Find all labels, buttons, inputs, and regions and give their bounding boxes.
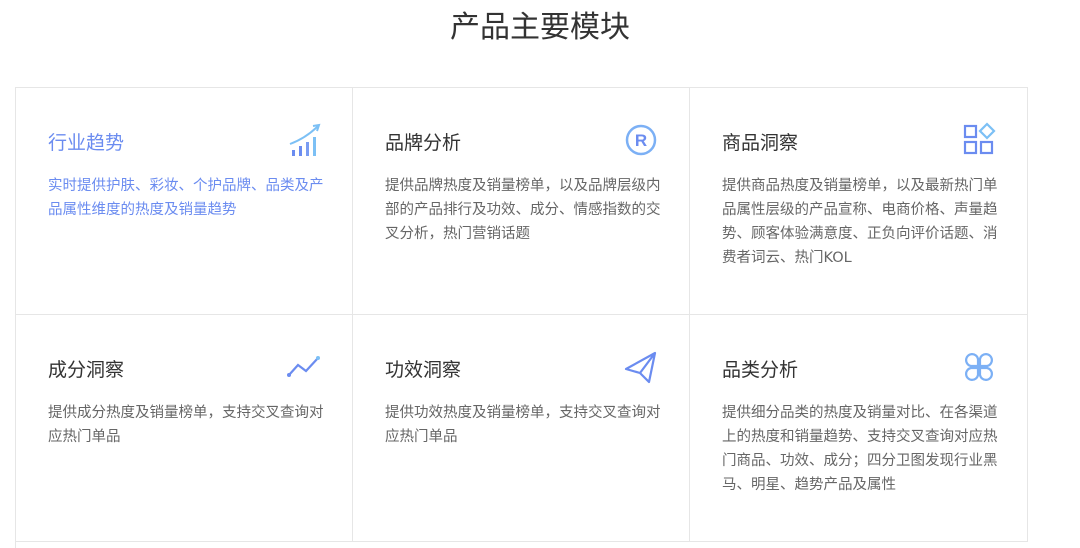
module-title: 品牌分析 — [385, 132, 462, 154]
module-card-efficacy-insight[interactable]: 功效洞察 提供功效热度及销量榜单，支持交叉查询对应热门单品 — [353, 315, 690, 542]
line-chart-icon — [287, 356, 320, 377]
module-card-industry-trend[interactable]: 行业趋势 实时提供护肤、彩妆、个护品牌、品类及产品属性维度的热度及销量趋势 — [16, 88, 353, 315]
module-desc: 提供功效热度及销量榜单，支持交叉查询对应热门单品 — [385, 405, 661, 445]
module-desc: 提供商品热度及销量榜单，以及最新热门单品属性层级的产品宣称、电商价格、声量趋势、… — [722, 178, 998, 266]
page-title: 产品主要模块 — [450, 10, 630, 45]
module-grid: 行业趋势 实时提供护肤、彩妆、个护品牌、品类及产品属性维度的热度及销量趋势 品牌… — [15, 87, 1028, 548]
module-desc: 提供品牌热度及销量榜单，以及品牌层级内部的产品排行及功效、成分、情感指数的交叉分… — [385, 178, 661, 242]
module-card-brand-analysis[interactable]: 品牌分析 提供品牌热度及销量榜单，以及品牌层级内部的产品排行及功效、成分、情感指… — [353, 88, 690, 315]
module-card-product-insight[interactable]: 商品洞察 提供商品热度及销量榜单，以及最新热门单品属性层级的产品宣称、电商价格、… — [690, 88, 1028, 315]
module-desc: 实时提供护肤、彩妆、个护品牌、品类及产品属性维度的热度及销量趋势 — [48, 178, 324, 218]
module-card-category-analysis[interactable]: 品类分析 提供细分品类的热度及销量对比、在各渠道上的热度和销量趋势、支持交叉查询… — [690, 315, 1028, 542]
module-title: 成分洞察 — [48, 359, 125, 381]
paper-plane-icon — [624, 351, 657, 384]
module-desc: 提供成分热度及销量榜单，支持交叉查询对应热门单品 — [48, 405, 324, 445]
registered-icon: R — [625, 124, 657, 156]
module-title: 行业趋势 — [48, 132, 125, 154]
apps-icon — [963, 122, 996, 155]
module-title: 功效洞察 — [385, 359, 462, 381]
svg-text:R: R — [635, 131, 647, 150]
category-icon — [965, 353, 993, 381]
module-desc: 提供细分品类的热度及销量对比、在各渠道上的热度和销量趋势、支持交叉查询对应热门商… — [722, 405, 998, 493]
trend-chart-icon — [289, 123, 321, 156]
module-card-ingredient-insight[interactable]: 成分洞察 提供成分热度及销量榜单，支持交叉查询对应热门单品 — [16, 315, 353, 542]
module-title: 品类分析 — [722, 359, 799, 381]
module-title: 商品洞察 — [722, 132, 799, 154]
